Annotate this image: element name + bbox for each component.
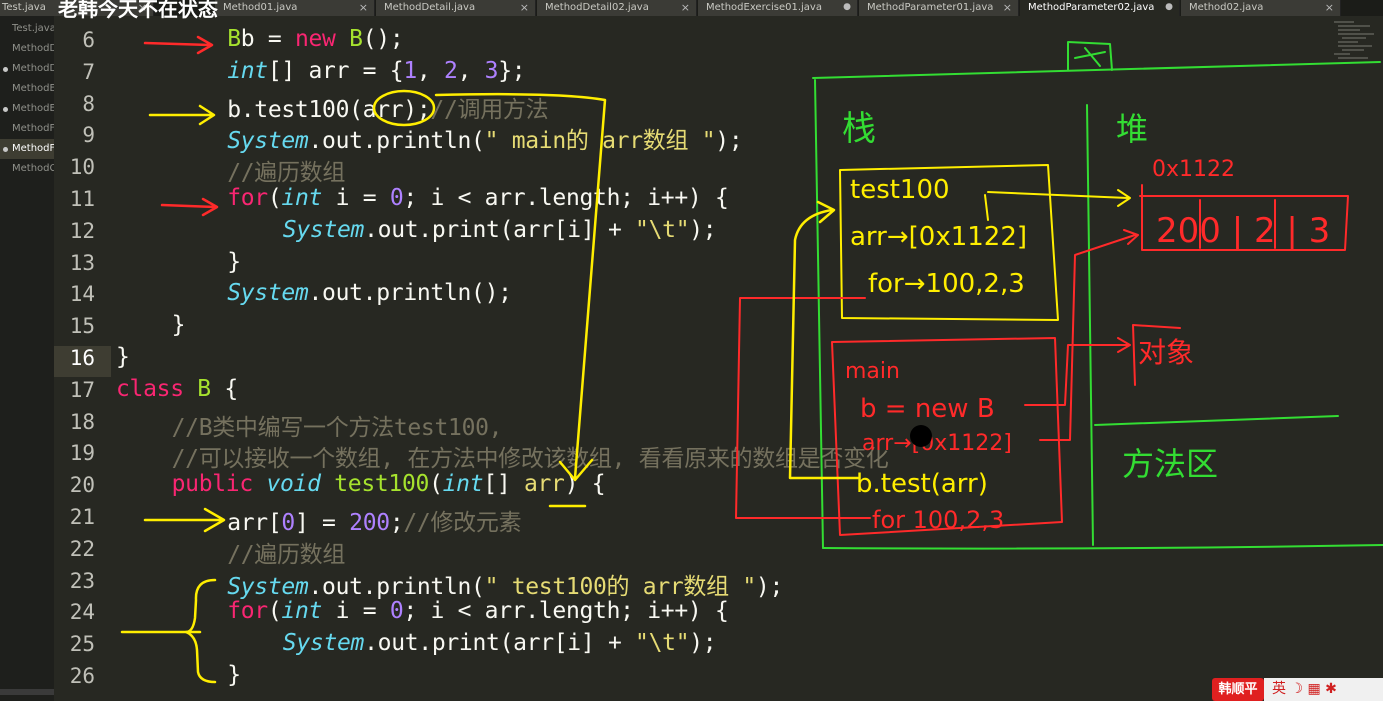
method-area-label: 方法区 — [1122, 445, 1218, 483]
arrow-line-21 — [143, 507, 226, 533]
main-frame-call: b.test(arr) — [856, 469, 988, 499]
arrow-line-6 — [143, 35, 214, 55]
test100-frame-title: test100 — [850, 175, 950, 205]
ime-indicator[interactable]: 英 ☽ ▦ ✱ — [1264, 678, 1383, 701]
main-frame-arr: arr→[0x1122] — [862, 431, 1012, 456]
arrow-line-8 — [148, 104, 216, 126]
heap-address: 0x1122 — [1152, 157, 1235, 182]
main-frame-new-b: b = new B — [860, 394, 995, 424]
margin-arrows — [120, 35, 226, 684]
cursor-dot — [910, 425, 932, 447]
watermark-badge: 韩顺平 — [1212, 678, 1264, 701]
test100-frame-arr: arr→[0x1122] — [850, 222, 1027, 252]
handwritten-annotations: 栈 堆 方法区 test100 arr→[0x1122] for→100,2,3… — [120, 35, 1383, 684]
stack-label: 栈 — [842, 109, 876, 149]
arrow-line-11 — [160, 197, 219, 217]
heap-array-values: 200 | 2 | 3 — [1156, 211, 1330, 251]
heap-object-label: 对象 — [1138, 336, 1194, 369]
heap-label: 堆 — [1116, 110, 1148, 148]
main-frame-for: for 100,2,3 — [872, 506, 1004, 534]
test100-frame-for: for→100,2,3 — [868, 269, 1025, 299]
main-frame-title: main — [845, 359, 900, 384]
